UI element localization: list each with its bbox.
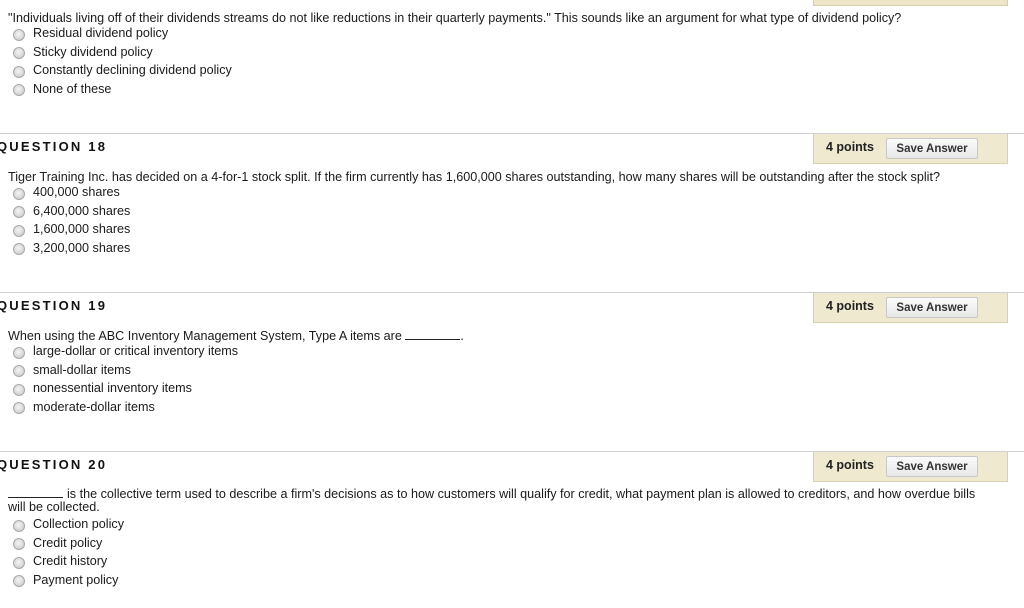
option-4[interactable]: Payment policy <box>13 571 124 590</box>
radio-button[interactable] <box>13 187 25 200</box>
q17-option-2[interactable]: Sticky dividend policy <box>13 43 232 62</box>
save-answer-button[interactable]: Save Answer <box>886 297 978 318</box>
q17-question-text: "Individuals living off of their dividen… <box>8 11 902 25</box>
points-box: 4 points Save Answer <box>813 452 1008 482</box>
question-title: QUESTION 19 <box>0 298 108 313</box>
radio-button[interactable] <box>13 243 25 256</box>
radio-button[interactable] <box>13 556 25 569</box>
option-2[interactable]: small-dollar items <box>13 361 238 380</box>
q17-option-3[interactable]: Constantly declining dividend policy <box>13 61 232 80</box>
radio-button[interactable] <box>13 28 25 41</box>
question-title: QUESTION 20 <box>0 457 108 472</box>
radio-button[interactable] <box>13 365 25 378</box>
answer-blank <box>405 330 461 340</box>
answer-options: 400,000 shares 6,400,000 shares 1,600,00… <box>13 183 130 257</box>
option-3[interactable]: Credit history <box>13 552 124 571</box>
q17-option-4[interactable]: None of these <box>13 80 232 99</box>
q17-option-1[interactable]: Residual dividend policy <box>13 24 232 43</box>
option-2[interactable]: 6,400,000 shares <box>13 202 130 221</box>
question-header: QUESTION 19 4 points Save Answer <box>0 292 1024 324</box>
option-1[interactable]: large-dollar or critical inventory items <box>13 342 238 361</box>
answer-options: Collection policy Credit policy Credit h… <box>13 515 124 589</box>
question-header: QUESTION 20 4 points Save Answer <box>0 451 1024 483</box>
radio-button[interactable] <box>13 575 25 588</box>
option-4[interactable]: moderate-dollar items <box>13 398 238 417</box>
q17-options: Residual dividend policy Sticky dividend… <box>13 24 232 98</box>
option-3[interactable]: 1,600,000 shares <box>13 220 130 239</box>
points-box: 4 points Save Answer <box>813 134 1008 164</box>
radio-button[interactable] <box>13 224 25 237</box>
radio-button[interactable] <box>13 206 25 219</box>
save-answer-button[interactable]: Save Answer <box>886 456 978 477</box>
points-label: 4 points <box>826 140 874 154</box>
question-title: QUESTION 18 <box>0 139 108 154</box>
option-2[interactable]: Credit policy <box>13 534 124 553</box>
option-1[interactable]: Collection policy <box>13 515 124 534</box>
radio-button[interactable] <box>13 65 25 78</box>
points-box: 4 points Save Answer <box>813 293 1008 323</box>
question-text: Tiger Training Inc. has decided on a 4-f… <box>8 170 940 184</box>
option-1[interactable]: 400,000 shares <box>13 183 130 202</box>
question-text: is the collective term used to describe … <box>8 487 976 514</box>
points-label: 4 points <box>826 458 874 472</box>
option-3[interactable]: nonessential inventory items <box>13 379 238 398</box>
question-18: QUESTION 18 4 points Save Answer Tiger T… <box>0 133 1024 256</box>
radio-button[interactable] <box>13 402 25 415</box>
points-label: 4 points <box>826 299 874 313</box>
question-19: QUESTION 19 4 points Save Answer When us… <box>0 292 1024 415</box>
question-header: QUESTION 18 4 points Save Answer <box>0 133 1024 165</box>
radio-button[interactable] <box>13 346 25 359</box>
save-answer-button[interactable]: Save Answer <box>886 138 978 159</box>
radio-button[interactable] <box>13 519 25 532</box>
q17-points-box <box>813 0 1008 6</box>
radio-button[interactable] <box>13 383 25 396</box>
question-20: QUESTION 20 4 points Save Answer is the … <box>0 451 1024 588</box>
radio-button[interactable] <box>13 84 25 97</box>
question-text: When using the ABC Inventory Management … <box>8 329 464 343</box>
option-4[interactable]: 3,200,000 shares <box>13 239 130 258</box>
answer-options: large-dollar or critical inventory items… <box>13 342 238 416</box>
radio-button[interactable] <box>13 538 25 551</box>
answer-blank <box>8 488 63 498</box>
radio-button[interactable] <box>13 47 25 60</box>
